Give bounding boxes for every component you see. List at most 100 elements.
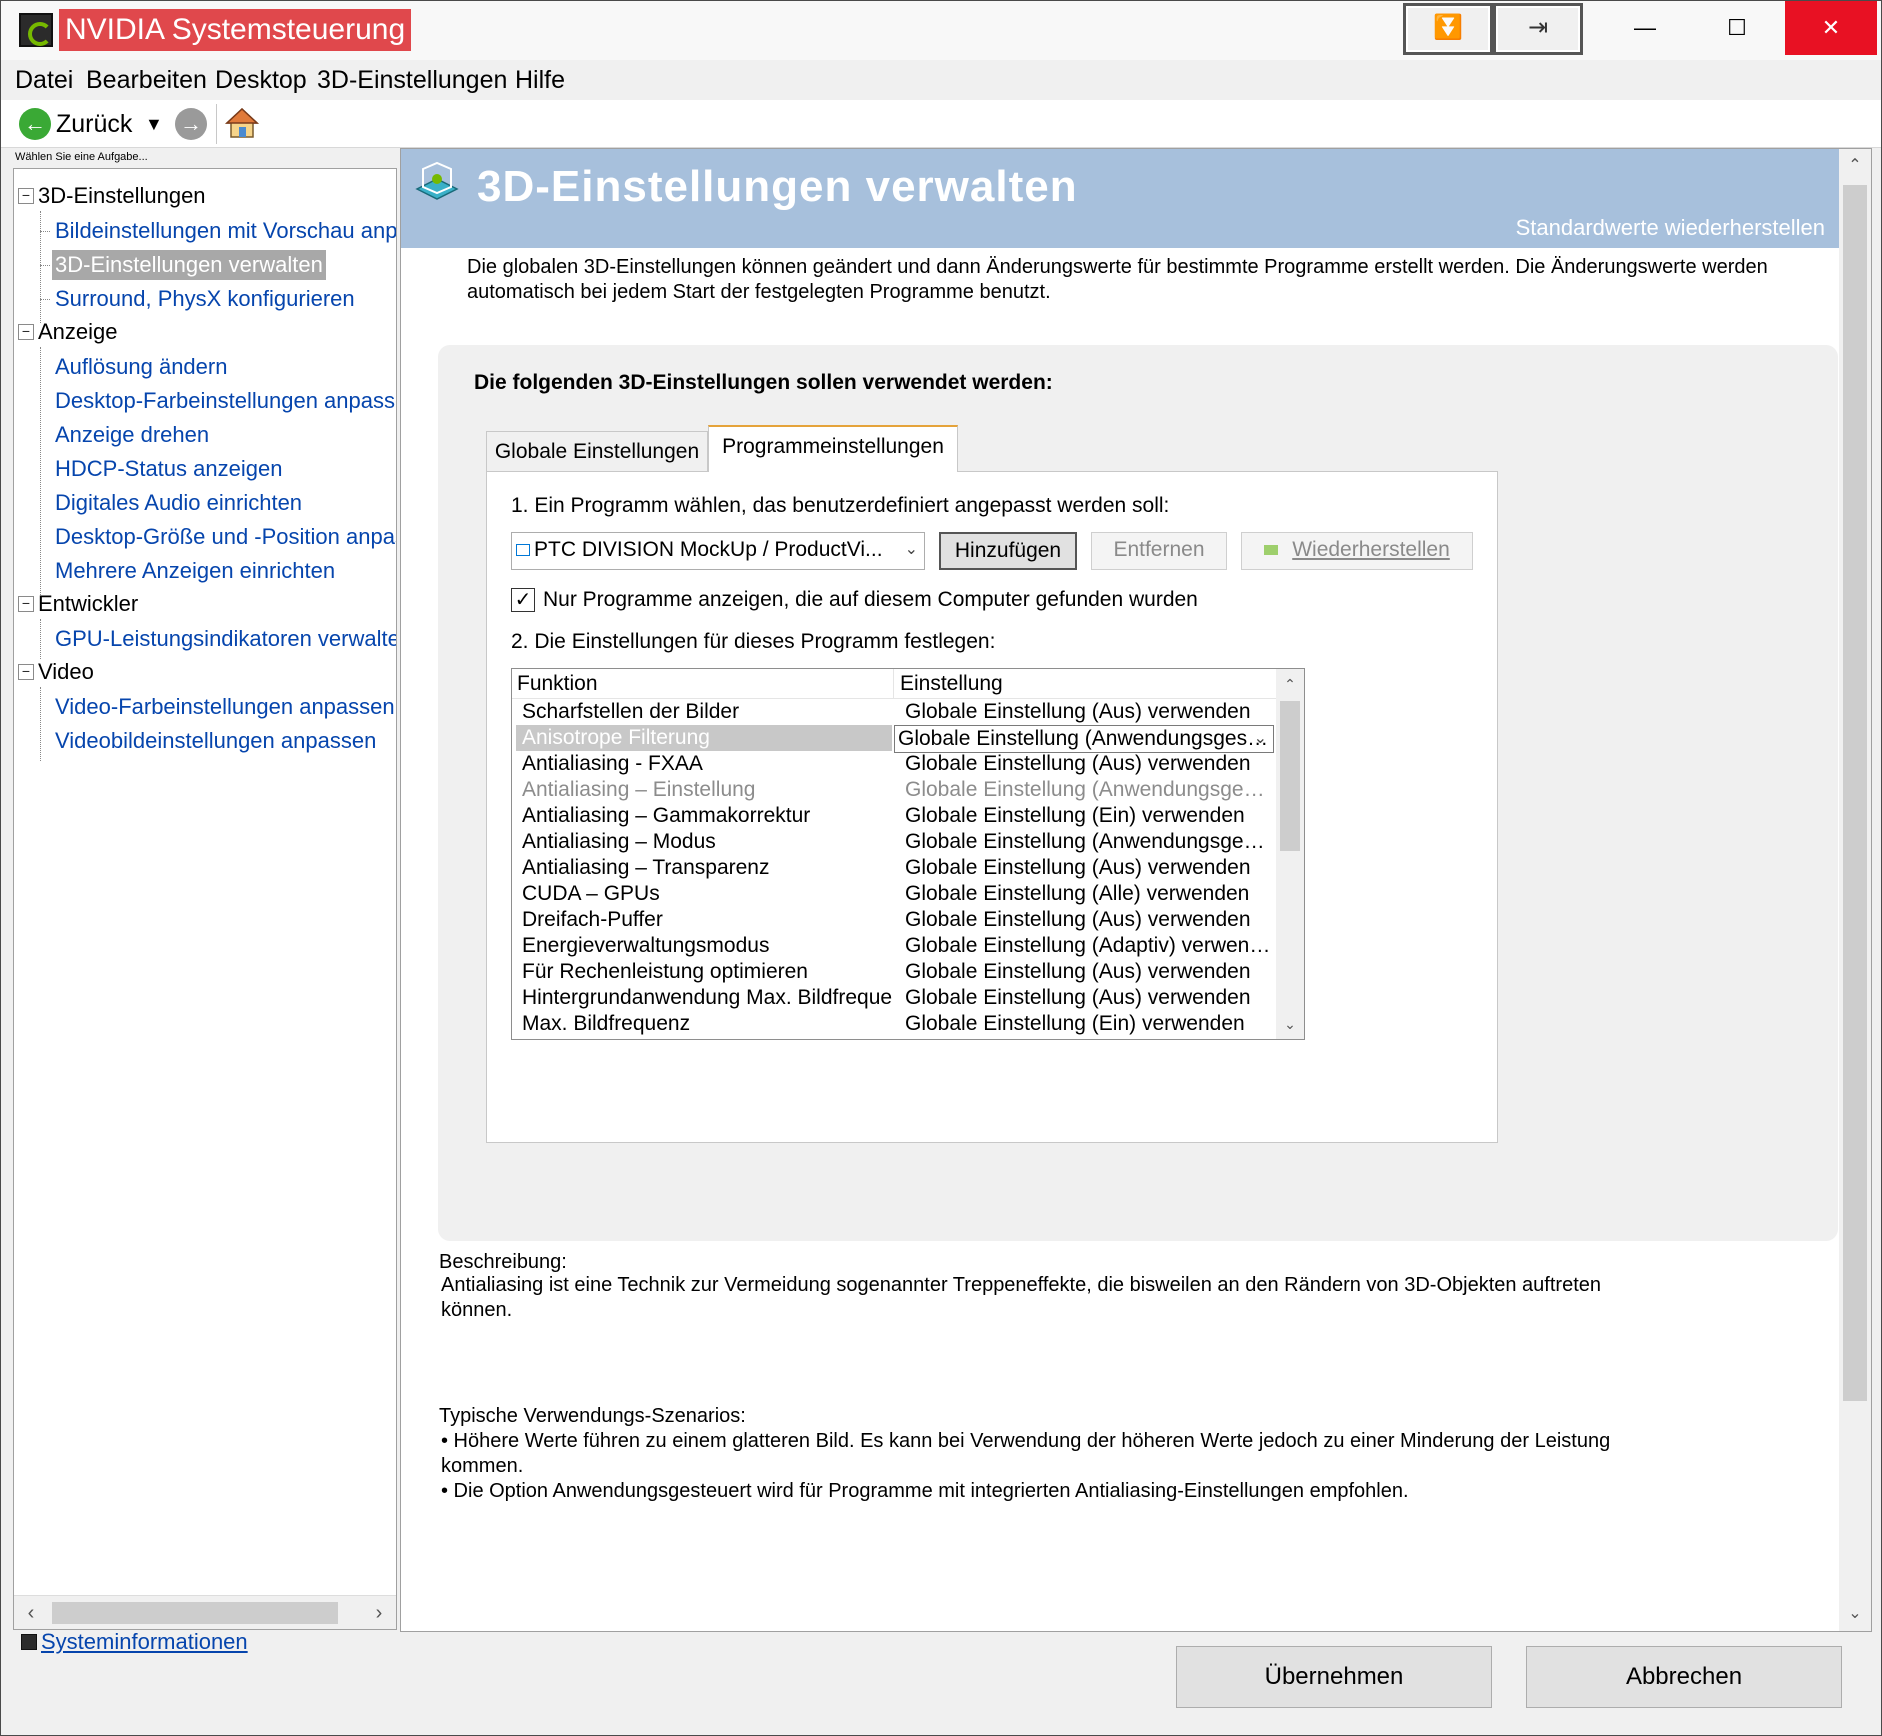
menu-desktop[interactable]: Desktop xyxy=(215,64,307,96)
collapse-anzeige-icon[interactable]: − xyxy=(18,324,34,340)
minimize-button[interactable]: — xyxy=(1599,1,1691,55)
table-row[interactable]: Antialiasing – Modus Globale Einstellung … xyxy=(512,829,1276,855)
scroll-down-icon[interactable]: ⌄ xyxy=(1276,1009,1304,1039)
collapse-video-icon[interactable]: − xyxy=(18,664,34,680)
table-row[interactable]: Max. Bildfrequenz Globale Einstellung (Ei… xyxy=(512,1011,1276,1037)
sidebar-item-videobildeinstellungen[interactable]: Videobildeinstellungen anpassen xyxy=(52,726,379,756)
scroll-right-icon[interactable]: › xyxy=(362,1596,396,1629)
title-bar: NVIDIA Systemsteuerung ⏬ ⇥ — ☐ ✕ xyxy=(1,1,1881,60)
cell-funktion: Max. Bildfrequenz xyxy=(522,1012,691,1035)
cell-funktion: Antialiasing - FXAA xyxy=(522,752,703,775)
scroll-up-icon[interactable]: ⌃ xyxy=(1276,669,1304,699)
table-header: Funktion Einstellung xyxy=(512,669,1276,699)
sidebar-item-bildeinstellungen[interactable]: Bildeinstellungen mit Vorschau anpa xyxy=(52,216,396,246)
table-row[interactable]: Hintergrundanwendung Max. Bildfrequenz Gl… xyxy=(512,985,1276,1011)
back-button-label[interactable]: Zurück xyxy=(56,108,132,140)
settings-group: Die folgenden 3D-Einstellungen sollen ve… xyxy=(438,345,1838,1241)
page-banner: 3D-Einstellungen verwalten Standardwerte… xyxy=(401,149,1839,248)
scroll-up-icon[interactable]: ⌃ xyxy=(1839,149,1871,183)
sidebar-item-desktop-farbeinstellungen[interactable]: Desktop-Farbeinstellungen anpassen xyxy=(52,386,396,416)
content-vertical-scrollbar[interactable]: ⌃ ⌄ xyxy=(1839,149,1871,1631)
column-header-einstellung[interactable]: Einstellung xyxy=(895,669,1275,699)
scrollbar-thumb[interactable] xyxy=(52,1602,338,1624)
back-history-dropdown-icon[interactable]: ▼ xyxy=(145,110,163,138)
sidebar-item-3d-einstellungen-verwalten[interactable]: 3D-Einstellungen verwalten xyxy=(52,250,326,280)
scroll-down-icon[interactable]: ⌄ xyxy=(1839,1597,1871,1631)
tree-category-entwickler[interactable]: Entwickler xyxy=(38,590,138,618)
nvidia-small-icon xyxy=(1264,545,1279,556)
column-header-funktion[interactable]: Funktion xyxy=(512,669,894,699)
table-row[interactable]: CUDA – GPUs Globale Einstellung (Alle) ve… xyxy=(512,881,1276,907)
menu-datei[interactable]: Datei xyxy=(15,64,73,96)
setting-value: Globale Einstellung (Anwendungsgesteuert… xyxy=(898,727,1274,750)
setting-value: Globale Einstellung (Aus) verwenden xyxy=(905,986,1251,1009)
restore-defaults-link[interactable]: Standardwerte wiederherstellen xyxy=(1516,213,1825,243)
menu-3d-einstellungen[interactable]: 3D-Einstellungen xyxy=(317,64,507,96)
only-found-checkbox-label[interactable]: Nur Programme anzeigen, die auf diesem C… xyxy=(543,586,1198,614)
back-arrow-icon[interactable]: ← xyxy=(19,108,51,140)
sidebar-item-gpu-leistungsindikatoren[interactable]: GPU-Leistungsindikatoren verwalten xyxy=(52,624,396,654)
app-window: NVIDIA Systemsteuerung ⏬ ⇥ — ☐ ✕ Datei B… xyxy=(0,0,1882,1736)
tree-category-anzeige[interactable]: Anzeige xyxy=(38,318,118,346)
toolbar: ← Zurück ▼ → xyxy=(1,100,1881,148)
add-program-button[interactable]: Hinzufügen xyxy=(939,532,1077,570)
cell-einstellung: Globale Einstellung (Ein) verwenden xyxy=(905,1011,1275,1037)
pin-toolbar-button[interactable]: ⇥ xyxy=(1493,3,1583,55)
tree-horizontal-scrollbar[interactable]: ‹ › xyxy=(14,1595,396,1629)
setting-value: Globale Einstellung (Alle) verwenden xyxy=(905,882,1250,905)
chevron-down-icon[interactable]: ⌄ xyxy=(1254,726,1267,752)
task-tree: − 3D-Einstellungen Bildeinstellungen mit… xyxy=(13,168,397,1630)
collapse-entwickler-icon[interactable]: − xyxy=(18,596,34,612)
system-information-link[interactable]: Systeminformationen xyxy=(41,1628,248,1656)
setting-value: Globale Einstellung (Adaptiv) verwenden xyxy=(905,934,1275,957)
menu-bearbeiten[interactable]: Bearbeiten xyxy=(86,64,207,96)
forward-arrow-icon[interactable]: → xyxy=(175,108,207,140)
tree-category-3d-einstellungen[interactable]: 3D-Einstellungen xyxy=(38,182,206,210)
tab-programmeinstellungen[interactable]: Programmeinstellungen xyxy=(708,425,958,472)
sidebar-item-video-farbeinstellungen[interactable]: Video-Farbeinstellungen anpassen xyxy=(52,692,396,722)
scrollbar-thumb[interactable] xyxy=(1843,185,1867,1401)
sidebar-item-aufloesung[interactable]: Auflösung ändern xyxy=(52,352,230,382)
tree-category-video[interactable]: Video xyxy=(38,658,94,686)
sidebar-item-anzeige-drehen[interactable]: Anzeige drehen xyxy=(52,420,212,450)
restore-program-button[interactable]: Wiederherstellen xyxy=(1241,532,1473,570)
sidebar-item-hdcp-status[interactable]: HDCP-Status anzeigen xyxy=(52,454,285,484)
sidebar-item-mehrere-anzeigen[interactable]: Mehrere Anzeigen einrichten xyxy=(52,556,338,586)
program-select[interactable]: PTC DIVISION MockUp / ProductVi... ⌄ xyxy=(511,532,925,570)
sidebar-item-desktop-groesse[interactable]: Desktop-Größe und -Position anpass xyxy=(52,522,396,552)
close-button[interactable]: ✕ xyxy=(1785,1,1877,55)
collapse-toolbar-button[interactable]: ⏬ xyxy=(1403,3,1493,55)
scroll-left-icon[interactable]: ‹ xyxy=(14,1596,48,1629)
menu-hilfe[interactable]: Hilfe xyxy=(515,64,565,96)
table-row[interactable]: Antialiasing – Gammakorrektur Globale Ein… xyxy=(512,803,1276,829)
tree-connector xyxy=(40,619,41,659)
table-row[interactable]: Für Rechenleistung optimieren Globale Ein… xyxy=(512,959,1276,985)
home-icon[interactable] xyxy=(225,106,259,140)
cell-funktion: Energieverwaltungsmodus xyxy=(522,934,770,957)
cell-funktion: Scharfstellen der Bilder xyxy=(522,700,740,723)
table-vertical-scrollbar[interactable]: ⌃ ⌄ xyxy=(1276,669,1304,1039)
chevron-down-icon[interactable]: ⌄ xyxy=(905,533,918,567)
table-row[interactable]: Energieverwaltungsmodus Globale Einstellu… xyxy=(512,933,1276,959)
sidebar-item-digitales-audio[interactable]: Digitales Audio einrichten xyxy=(52,488,305,518)
table-row[interactable]: Anisotrope Filterung Globale Einstellung … xyxy=(512,725,1276,753)
table-row[interactable]: Antialiasing – Einstellung Globale Einste… xyxy=(512,777,1276,803)
collapse-3d-einstellungen-icon[interactable]: − xyxy=(18,188,34,204)
cell-einstellung: Globale Einstellung (Aus) verwenden xyxy=(905,985,1275,1011)
tree-connector xyxy=(40,687,41,761)
setting-dropdown[interactable]: Globale Einstellung (Anwendungsgesteuert… xyxy=(894,725,1274,753)
table-row[interactable]: Scharfstellen der Bilder Globale Einstell… xyxy=(512,699,1276,725)
table-row[interactable]: Antialiasing – Transparenz Globale Einste… xyxy=(512,855,1276,881)
maximize-button[interactable]: ☐ xyxy=(1691,1,1783,55)
table-row[interactable]: Dreifach-Puffer Globale Einstellung (Aus)… xyxy=(512,907,1276,933)
scrollbar-thumb[interactable] xyxy=(1280,701,1300,851)
tab-globale-einstellungen[interactable]: Globale Einstellungen xyxy=(486,431,708,471)
apply-button[interactable]: Übernehmen xyxy=(1176,1646,1492,1708)
only-found-checkbox[interactable]: ✓ xyxy=(511,588,535,612)
remove-program-button[interactable]: Entfernen xyxy=(1091,532,1227,570)
table-row[interactable]: Antialiasing - FXAA Globale Einstellung (… xyxy=(512,751,1276,777)
cancel-button[interactable]: Abbrechen xyxy=(1526,1646,1842,1708)
usage-item: • Die Option Anwendungsgesteuert wird fü… xyxy=(441,1480,1409,1502)
nvidia-logo-icon xyxy=(19,13,53,47)
sidebar-item-surround-physx[interactable]: Surround, PhysX konfigurieren xyxy=(52,284,358,314)
